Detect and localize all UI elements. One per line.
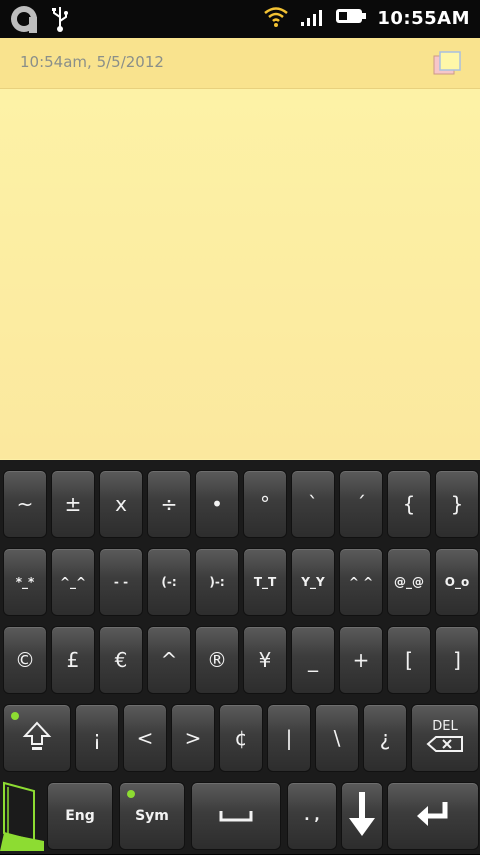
signal-icon	[299, 4, 325, 32]
shift-key[interactable]	[3, 704, 71, 772]
key-degree[interactable]: °	[243, 470, 287, 538]
key-inverted-question[interactable]: ¿	[363, 704, 407, 772]
shift-indicator-led	[11, 712, 19, 720]
key-emoticon-1[interactable]: *_*	[3, 548, 47, 616]
symbol-keyboard: ~ ± x ÷ • ° ` ´ { } *_* ^_^ - - (-: )-: …	[0, 460, 480, 854]
sym-indicator-led	[127, 790, 135, 798]
space-key[interactable]	[191, 782, 281, 850]
key-emoticon-5[interactable]: )-:	[195, 548, 239, 616]
key-emoticon-9[interactable]: @_@	[387, 548, 431, 616]
key-pipe[interactable]: |	[267, 704, 311, 772]
key-emoticon-4[interactable]: (-:	[147, 548, 191, 616]
key-copyright[interactable]: ©	[3, 626, 47, 694]
key-greater-than[interactable]: >	[171, 704, 215, 772]
key-backslash[interactable]: \	[315, 704, 359, 772]
key-pound[interactable]: £	[51, 626, 95, 694]
key-grave[interactable]: `	[291, 470, 335, 538]
key-euro[interactable]: €	[99, 626, 143, 694]
note-header: 10:54am, 5/5/2012	[0, 38, 480, 89]
key-tilde[interactable]: ~	[3, 470, 47, 538]
eng-key[interactable]: Eng	[47, 782, 113, 850]
key-caret[interactable]: ^	[147, 626, 191, 694]
hide-keyboard-arrow-icon	[347, 790, 377, 843]
key-less-than[interactable]: <	[123, 704, 167, 772]
hide-keyboard-key[interactable]	[341, 782, 383, 850]
sticky-note[interactable]: 10:54am, 5/5/2012	[0, 38, 480, 462]
note-timestamp: 10:54am, 5/5/2012	[20, 53, 164, 71]
key-underscore[interactable]: _	[291, 626, 335, 694]
enter-return-icon	[415, 799, 451, 834]
key-right-brace[interactable]: }	[435, 470, 479, 538]
copy-notes-icon[interactable]	[432, 50, 462, 78]
key-yen[interactable]: ¥	[243, 626, 287, 694]
key-emoticon-8[interactable]: ^ ^	[339, 548, 383, 616]
note-text-area[interactable]	[0, 89, 480, 459]
keyboard-resize-handle-icon[interactable]	[0, 777, 44, 851]
clock: 10:55AM	[377, 7, 470, 29]
wifi-icon	[263, 4, 289, 32]
backspace-icon	[426, 734, 464, 758]
key-cent[interactable]: ¢	[219, 704, 263, 772]
key-plus[interactable]: +	[339, 626, 383, 694]
key-inverted-exclamation[interactable]: ¡	[75, 704, 119, 772]
key-left-brace[interactable]: {	[387, 470, 431, 538]
status-bar: 10:55AM	[0, 0, 480, 38]
enter-key[interactable]	[387, 782, 479, 850]
sym-key[interactable]: Sym	[119, 782, 185, 850]
battery-icon	[335, 6, 367, 30]
key-plus-minus[interactable]: ±	[51, 470, 95, 538]
key-emoticon-6[interactable]: T_T	[243, 548, 287, 616]
space-bar-icon	[219, 804, 253, 828]
aptoide-icon	[8, 4, 40, 38]
key-emoticon-10[interactable]: O_o	[435, 548, 479, 616]
key-left-bracket[interactable]: [	[387, 626, 431, 694]
delete-key[interactable]: DEL	[411, 704, 479, 772]
key-emoticon-2[interactable]: ^_^	[51, 548, 95, 616]
key-bullet[interactable]: •	[195, 470, 239, 538]
sym-key-label: Sym	[135, 808, 169, 824]
delete-key-label: DEL	[432, 718, 458, 734]
usb-icon	[50, 5, 70, 37]
key-registered[interactable]: ®	[195, 626, 239, 694]
key-multiply[interactable]: x	[99, 470, 143, 538]
shift-up-arrow-icon	[22, 720, 52, 757]
key-emoticon-7[interactable]: Y_Y	[291, 548, 335, 616]
key-emoticon-3[interactable]: - -	[99, 548, 143, 616]
key-right-bracket[interactable]: ]	[435, 626, 479, 694]
punctuation-key[interactable]: . ,	[287, 782, 337, 850]
key-divide[interactable]: ÷	[147, 470, 191, 538]
key-acute[interactable]: ´	[339, 470, 383, 538]
